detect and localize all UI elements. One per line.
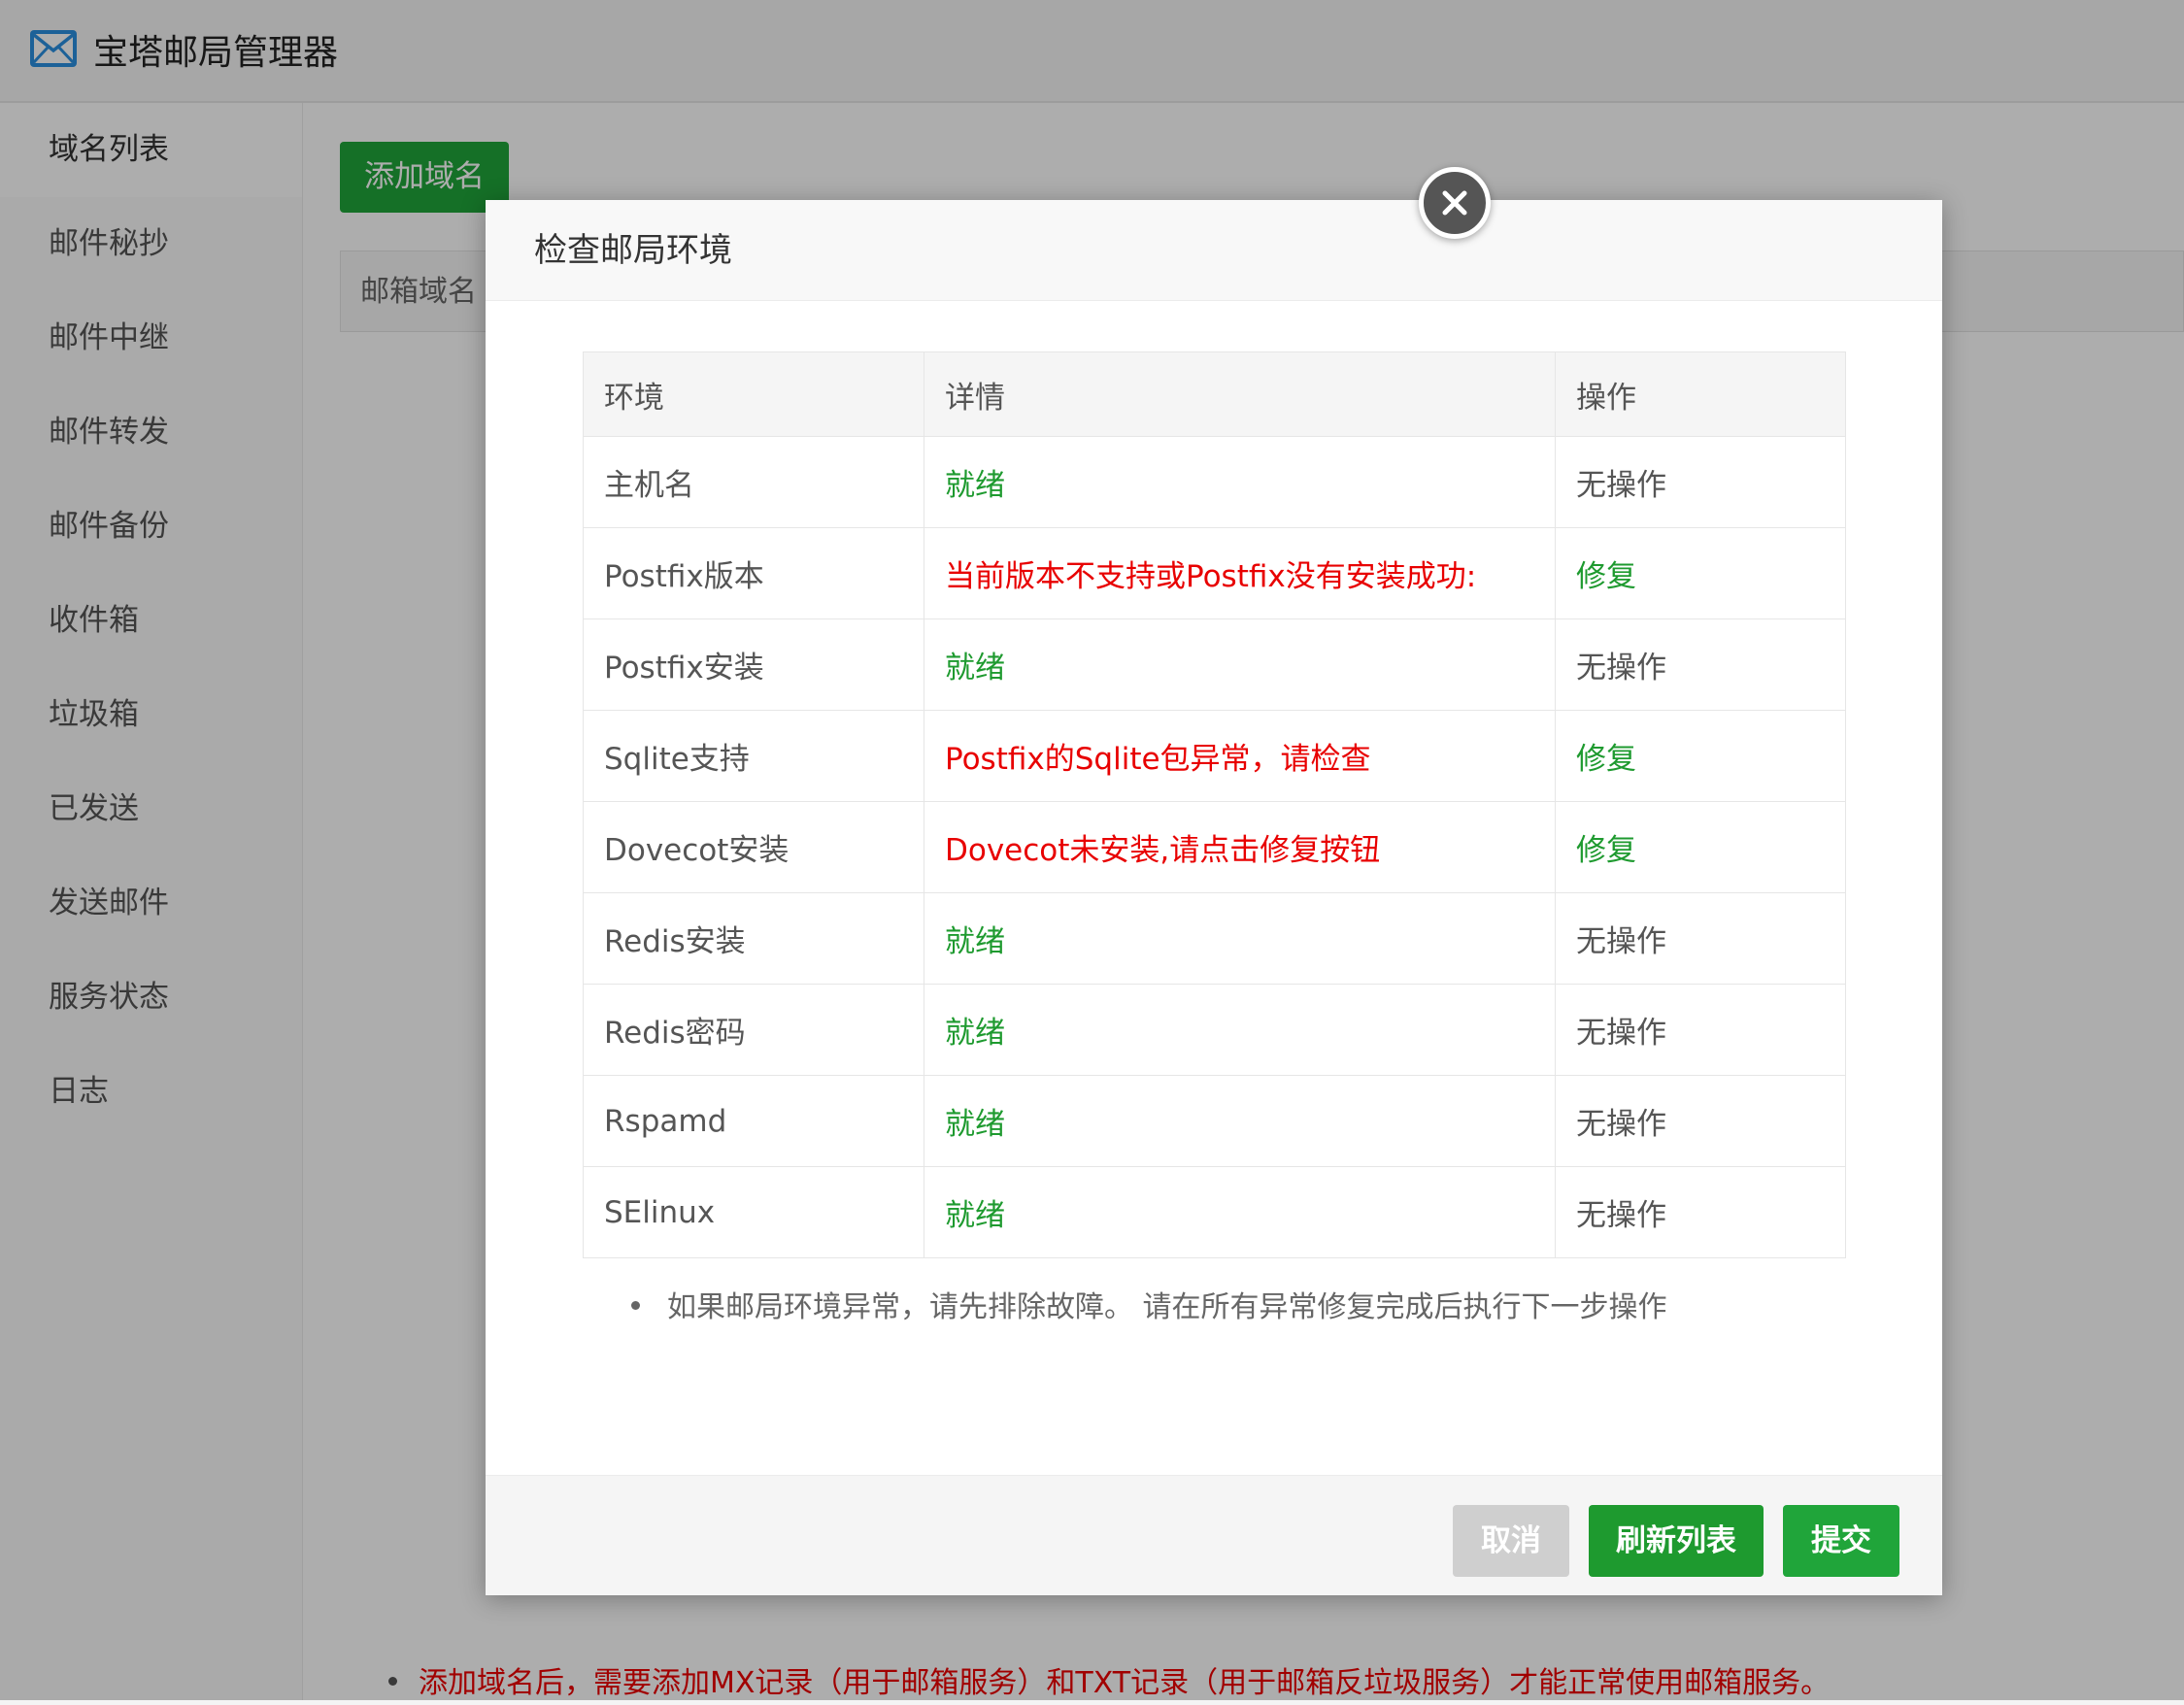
table-row: Postfix安装 就绪 无操作 [583, 618, 1846, 711]
modal-header: 检查邮局环境 [486, 200, 1942, 301]
table-row: Postfix版本 当前版本不支持或Postfix没有安装成功: 修复 [583, 527, 1846, 619]
detail-cell: Postfix的Sqlite包异常，请检查 [924, 710, 1556, 802]
detail-cell: 就绪 [924, 618, 1556, 711]
env-tip: 如果邮局环境异常，请先排除故障。 请在所有异常修复完成后执行下一步操作 [631, 1284, 1667, 1332]
fix-link[interactable]: 修复 [1555, 527, 1846, 619]
action-cell: 无操作 [1555, 892, 1846, 985]
env-cell: 主机名 [583, 436, 924, 528]
env-cell: Redis安装 [583, 892, 924, 985]
table-row: Redis安装 就绪 无操作 [583, 892, 1846, 985]
table-row: SElinux 就绪 无操作 [583, 1166, 1846, 1258]
column-header-detail: 详情 [924, 351, 1556, 437]
fix-link[interactable]: 修复 [1555, 801, 1846, 893]
detail-cell: 当前版本不支持或Postfix没有安装成功: [924, 527, 1556, 619]
action-cell: 无操作 [1555, 1075, 1846, 1167]
table-row: Rspamd 就绪 无操作 [583, 1075, 1846, 1167]
env-cell: Redis密码 [583, 984, 924, 1076]
column-header-env: 环境 [583, 351, 924, 437]
env-cell: Postfix安装 [583, 618, 924, 711]
detail-cell: 就绪 [924, 1166, 1556, 1258]
modal-title: 检查邮局环境 [534, 231, 732, 270]
submit-button[interactable]: 提交 [1783, 1505, 1899, 1577]
detail-cell: 就绪 [924, 436, 1556, 528]
env-cell: Dovecot安装 [583, 801, 924, 893]
modal-footer: 取消 刷新列表 提交 [486, 1475, 1942, 1595]
check-env-modal: 检查邮局环境 环境 详情 操作 主机名 就绪 无操作 Postfix版本 当前版… [486, 200, 1942, 1595]
table-row: Dovecot安装 Dovecot未安装,请点击修复按钮 修复 [583, 801, 1846, 893]
close-modal-button[interactable] [1419, 167, 1491, 239]
refresh-list-button[interactable]: 刷新列表 [1589, 1505, 1764, 1577]
env-cell: Postfix版本 [583, 527, 924, 619]
env-cell: Rspamd [583, 1075, 924, 1167]
table-row: Sqlite支持 Postfix的Sqlite包异常，请检查 修复 [583, 710, 1846, 802]
detail-cell: Dovecot未安装,请点击修复按钮 [924, 801, 1556, 893]
column-header-action: 操作 [1555, 351, 1846, 437]
table-header-row: 环境 详情 操作 [583, 351, 1846, 437]
table-row: 主机名 就绪 无操作 [583, 436, 1846, 528]
cancel-button[interactable]: 取消 [1453, 1505, 1569, 1577]
fix-link[interactable]: 修复 [1555, 710, 1846, 802]
env-cell: SElinux [583, 1166, 924, 1258]
action-cell: 无操作 [1555, 984, 1846, 1076]
env-cell: Sqlite支持 [583, 710, 924, 802]
close-icon [1442, 190, 1467, 216]
env-table: 环境 详情 操作 主机名 就绪 无操作 Postfix版本 当前版本不支持或Po… [583, 351, 1846, 1258]
bullet-icon [631, 1301, 640, 1310]
detail-cell: 就绪 [924, 1075, 1556, 1167]
env-tip-text: 如果邮局环境异常，请先排除故障。 请在所有异常修复完成后执行下一步操作 [667, 1290, 1667, 1324]
action-cell: 无操作 [1555, 618, 1846, 711]
action-cell: 无操作 [1555, 1166, 1846, 1258]
action-cell: 无操作 [1555, 436, 1846, 528]
detail-cell: 就绪 [924, 984, 1556, 1076]
table-row: Redis密码 就绪 无操作 [583, 984, 1846, 1076]
detail-cell: 就绪 [924, 892, 1556, 985]
